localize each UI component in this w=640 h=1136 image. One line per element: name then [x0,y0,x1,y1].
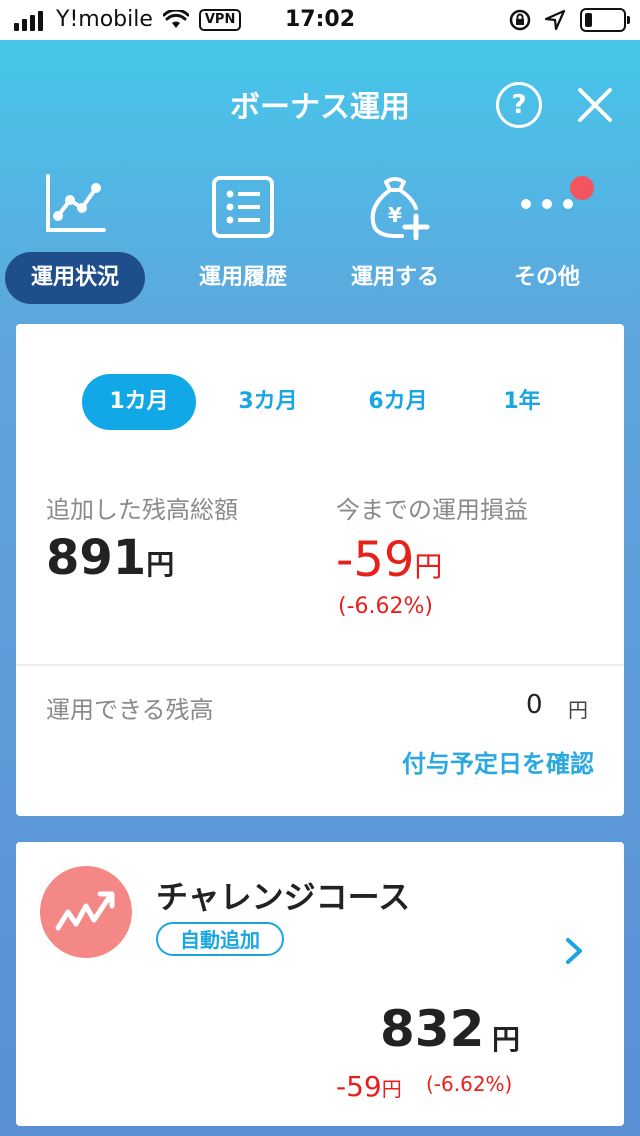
tab-invest-label: 運用する [350,265,439,290]
yen-unit: 円 [414,550,443,583]
tab-invest[interactable]: ¥ 運用する [320,170,470,310]
summary-card: 1カ月 3カ月 6カ月 1年 追加した残高総額 891円 今までの運用損益 -5… [16,324,624,816]
app-screen: Y!mobile VPN 17:02 ボーナス運用 ? 運用状況 運用履歴 ¥ … [0,0,640,1136]
course-gain-percent: (-6.62%) [426,1072,513,1096]
course-gain: -59円 [336,1070,402,1103]
close-icon[interactable] [576,86,614,124]
svg-text:¥: ¥ [388,203,402,227]
notification-dot [570,176,594,200]
auto-add-badge: 自動追加 [156,922,284,956]
added-total-amount: 891 [46,530,147,586]
status-right [508,8,630,32]
available-balance-label: 運用できる残高 [46,696,214,724]
chevron-right-icon[interactable] [562,934,586,968]
money-bag-yen-plus-icon: ¥ [370,177,430,240]
orientation-lock-icon [509,9,531,31]
tab-other-label: その他 [513,265,580,290]
yen-unit: 円 [568,698,588,722]
period-tab-3m[interactable]: 3カ月 [218,374,318,430]
yen-unit: 円 [146,548,175,581]
course-balance: 832 [380,1000,485,1058]
battery-icon [580,8,630,32]
profit-label: 今までの運用損益 [336,496,528,524]
divider [16,664,624,666]
available-balance-value: 0 [526,690,543,720]
challenge-course-card[interactable]: チャレンジコース 自動追加 832 円 -59円 (-6.62%) [16,842,624,1126]
profit-amount: -59 [336,532,415,588]
profit-value: -59円 [336,532,442,595]
period-tab-1m[interactable]: 1カ月 [82,374,196,430]
list-icon [212,176,274,238]
added-total-label: 追加した残高総額 [46,496,238,524]
course-gain-amount: -59 [336,1070,382,1103]
trend-up-icon [40,866,132,958]
added-total-value: 891円 [46,530,174,593]
check-grant-date-link[interactable]: 付与予定日を確認 [402,744,594,779]
page-title: ボーナス運用 [230,90,410,125]
period-selector: 1カ月 3カ月 6カ月 1年 [82,374,572,430]
status-bar: Y!mobile VPN 17:02 [0,0,640,40]
tab-operation-history-label: 運用履歴 [198,265,287,290]
profit-percent: (-6.62%) [338,594,433,619]
location-icon [544,9,566,31]
period-tab-1y[interactable]: 1年 [472,374,572,430]
course-gain-unit: 円 [381,1077,402,1101]
tab-operation-status[interactable]: 運用状況 [0,170,150,310]
course-yen-unit: 円 [492,1023,521,1056]
period-tab-6m[interactable]: 6カ月 [348,374,448,430]
chart-icon [46,174,106,232]
help-button[interactable]: ? [496,82,542,128]
battery-level [585,13,592,27]
tab-other[interactable]: その他 [472,170,622,310]
tab-operation-history[interactable]: 運用履歴 [168,170,318,310]
course-title: チャレンジコース [156,878,411,916]
tab-operation-status-label: 運用状況 [5,252,145,304]
